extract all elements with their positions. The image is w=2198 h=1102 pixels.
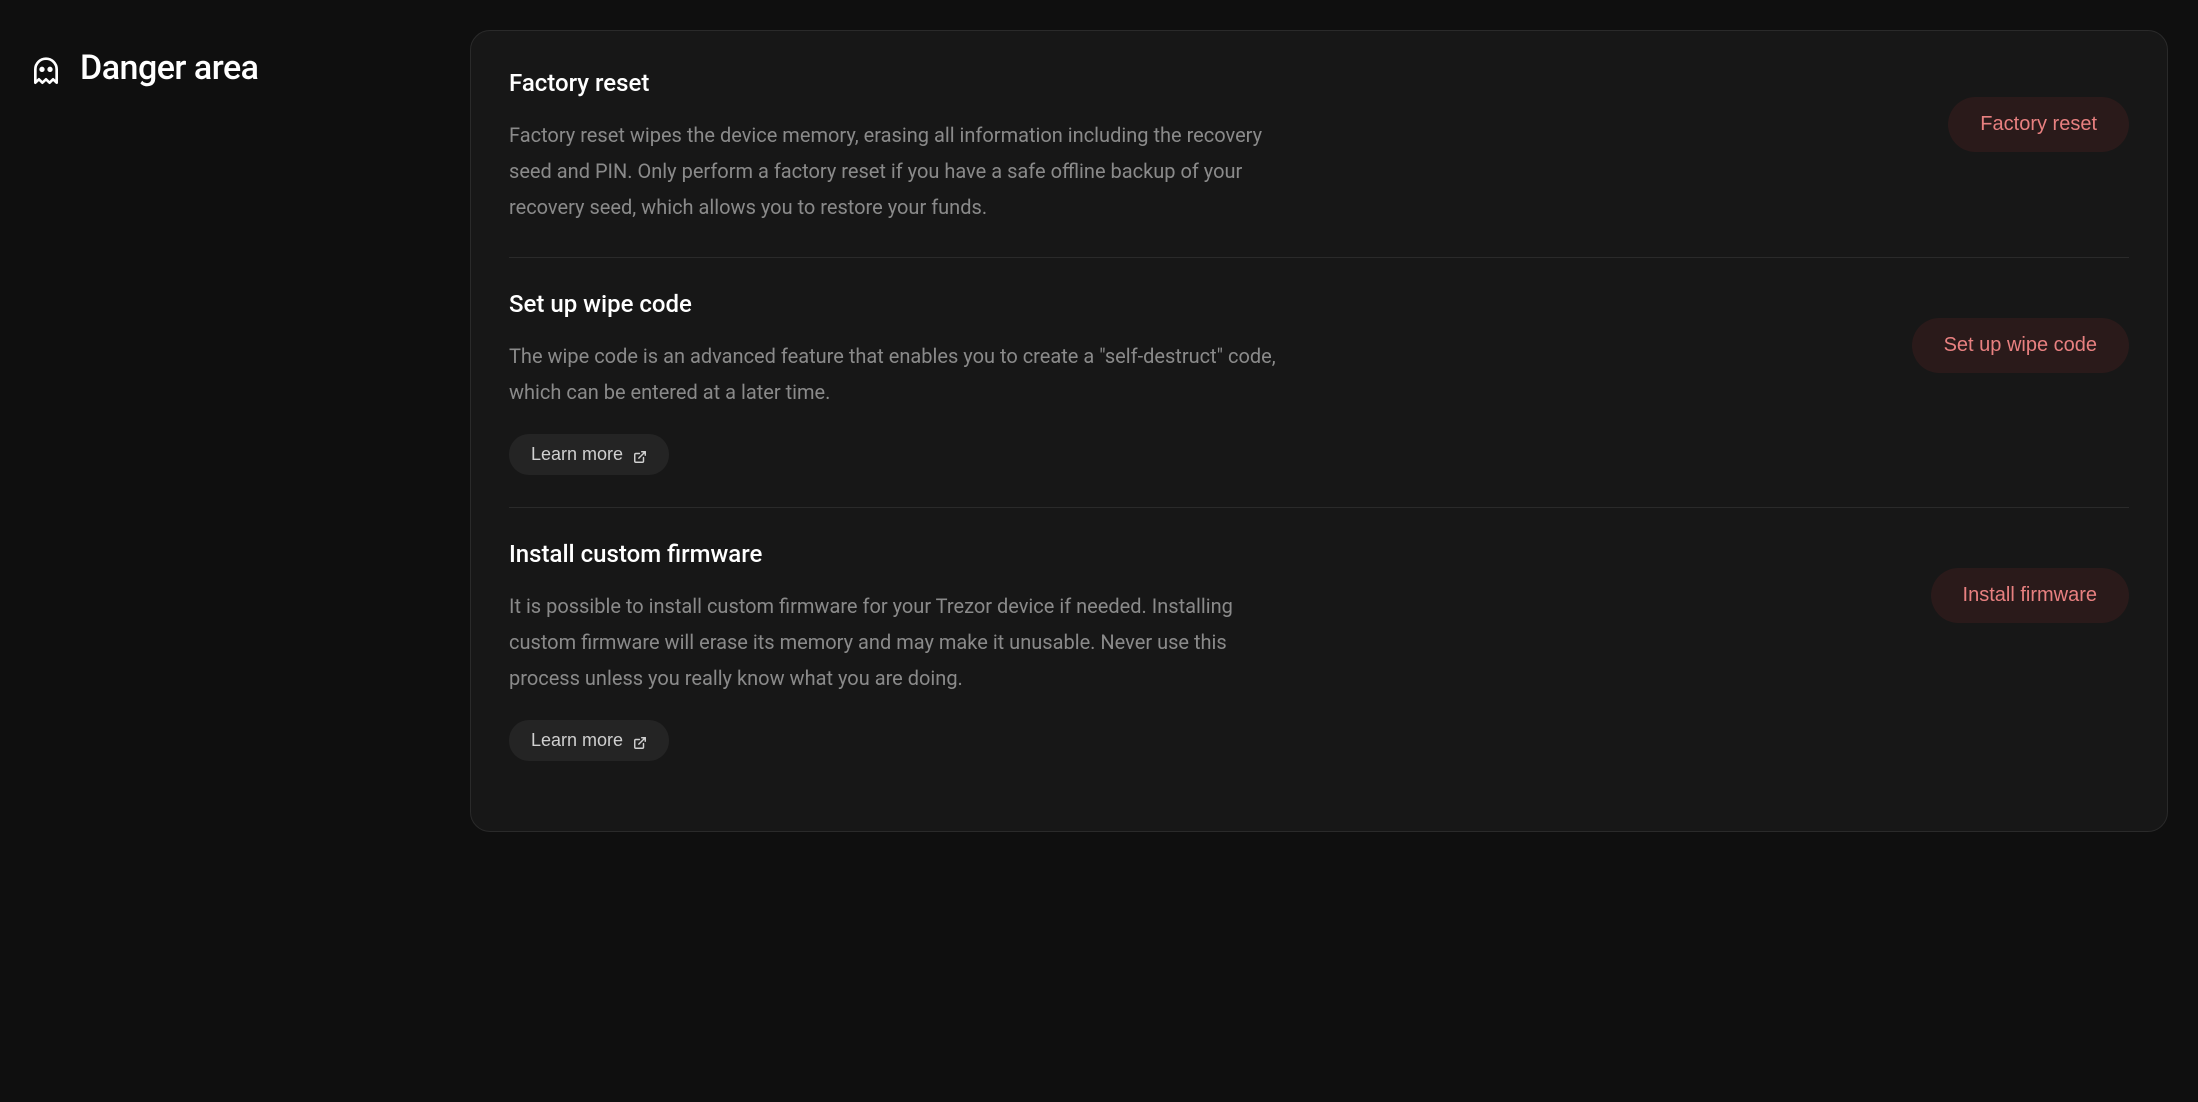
custom-firmware-title: Install custom firmware xyxy=(509,540,1299,568)
ghost-icon xyxy=(30,56,62,88)
factory-reset-title: Factory reset xyxy=(509,69,1299,97)
factory-reset-description: Factory reset wipes the device memory, e… xyxy=(509,117,1299,225)
external-link-icon xyxy=(633,448,647,462)
custom-firmware-description: It is possible to install custom firmwar… xyxy=(509,588,1299,696)
factory-reset-section: Factory reset Factory reset wipes the de… xyxy=(509,69,2129,258)
factory-reset-button[interactable]: Factory reset xyxy=(1948,97,2129,152)
wipe-code-description: The wipe code is an advanced feature tha… xyxy=(509,338,1299,410)
learn-more-label: Learn more xyxy=(531,444,623,465)
page-title: Danger area xyxy=(80,48,258,88)
sidebar-header: Danger area xyxy=(30,30,430,832)
danger-area-panel: Factory reset Factory reset wipes the de… xyxy=(470,30,2168,832)
custom-firmware-section: Install custom firmware It is possible t… xyxy=(509,540,2129,793)
learn-more-label: Learn more xyxy=(531,730,623,751)
wipe-code-learn-more-button[interactable]: Learn more xyxy=(509,434,669,475)
setup-wipe-code-button[interactable]: Set up wipe code xyxy=(1912,318,2129,373)
external-link-icon xyxy=(633,734,647,748)
custom-firmware-learn-more-button[interactable]: Learn more xyxy=(509,720,669,761)
wipe-code-section: Set up wipe code The wipe code is an adv… xyxy=(509,290,2129,508)
install-firmware-button[interactable]: Install firmware xyxy=(1931,568,2129,623)
wipe-code-title: Set up wipe code xyxy=(509,290,1299,318)
